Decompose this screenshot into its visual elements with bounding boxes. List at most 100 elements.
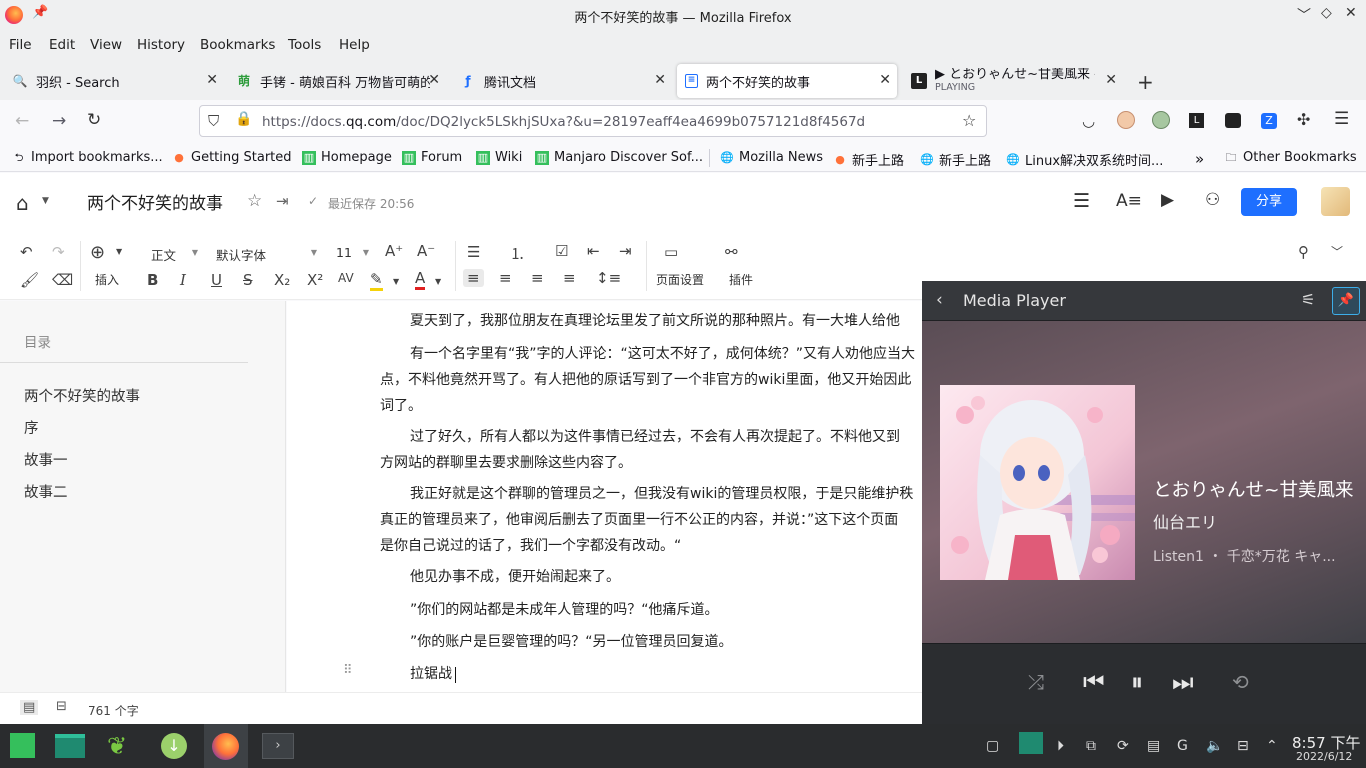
pause-icon[interactable]: ⏸ [1131,668,1143,696]
tab-current-doc[interactable]: ≡ 两个不好笑的故事 ✕ [677,64,897,98]
bookmark-wiki[interactable]: ▥ Wiki [476,150,522,165]
menu-tools[interactable]: Tools [288,37,321,53]
tab-tencent-docs[interactable]: ƒ 腾讯文档 ✕ [452,64,672,98]
add-collaborator-icon[interactable]: ⚇ [1205,190,1220,210]
justify-icon[interactable]: ≡ [563,269,576,287]
paragraph[interactable]: 我正好就是这个群聊的管理员之一，但我没有wiki的管理员权限，于是只能维护秩 [410,481,922,507]
align-right-icon[interactable]: ≡ [531,269,544,287]
paragraph[interactable]: 方网站的群聊里去要求删除这些内容了。 [380,450,922,476]
bookmark-newbie-1[interactable]: ● 新手上路 [833,150,904,170]
web-view-icon[interactable]: ⊟ [56,699,67,714]
drag-handle-icon[interactable]: ⠿ [343,663,353,678]
minimize-icon[interactable]: ﹀ [1297,5,1311,25]
paragraph[interactable]: ”你的账户是巨婴管理的吗？“另一位管理员回复道。 [410,629,922,655]
update-tray-icon[interactable]: ⟳ [1117,738,1129,754]
reload-icon[interactable]: ↻ [87,110,101,130]
italic-icon[interactable]: I [180,271,186,289]
close-tab-icon[interactable]: ✕ [206,72,218,88]
bookmark-newbie-2[interactable]: 🌐 新手上路 [920,150,991,170]
terminal-icon[interactable]: › [262,733,294,759]
network-icon[interactable]: ⊟ [1237,738,1249,754]
numbered-list-icon[interactable]: ⒈ [510,243,525,264]
share-button[interactable]: 分享 [1241,188,1297,216]
undo-icon[interactable]: ↶ [20,243,33,261]
extension-avatar-icon[interactable] [1117,111,1135,129]
manjaro-menu-icon[interactable] [10,733,35,758]
clock-date[interactable]: 2022/6/12 [1296,750,1352,763]
listen1-extension-icon[interactable]: L [1189,113,1204,128]
chevron-down-icon[interactable]: ▼ [42,196,49,206]
redo-icon[interactable]: ↷ [52,243,65,261]
clipboard-tray-icon[interactable]: ⧉ [1086,738,1096,754]
pocket-icon[interactable]: ◡ [1082,112,1095,130]
clear-format-icon[interactable]: ⌫ [52,271,73,289]
strikethrough-icon[interactable]: S [243,271,253,289]
lock-icon[interactable]: 🔒 [235,111,252,127]
menu-lines-icon[interactable]: ☰ [1073,190,1090,212]
g-tray-icon[interactable]: G [1177,738,1188,754]
highlight-icon[interactable]: ✎ [370,270,383,291]
paragraph[interactable]: 词了。 [380,393,922,419]
tab-moegirl[interactable]: 萌 手铐 - 萌娘百科 万物皆可萌的 ✕ [228,64,446,98]
close-window-icon[interactable]: ✕ [1345,5,1357,21]
bookmark-other[interactable]: 🗀 Other Bookmarks [1224,150,1357,165]
search-icon[interactable]: ⚲ [1298,243,1309,261]
bookmark-mozilla-news[interactable]: 🌐 Mozilla News [720,150,823,165]
paragraph[interactable]: 夏天到了，我那位朋友在真理论坛里发了前文所说的那种照片。有一大堆人给他 [410,308,922,334]
plugin-icon[interactable]: ⚯ [725,243,738,261]
present-icon[interactable]: ▶ [1161,190,1174,210]
menu-file[interactable]: File [9,37,32,53]
new-tab-icon[interactable]: + [1137,70,1154,94]
url-text[interactable]: https://docs.qq.com/doc/DQ2lyck5LSkhjSUx… [262,114,865,130]
line-spacing-icon[interactable]: ↕≡ [596,269,621,287]
repeat-icon[interactable]: ⟲ [1232,670,1249,694]
shuffle-icon[interactable]: ⤮ [1028,670,1044,694]
paragraph[interactable]: 过了好久，所有人都以为这件事情已经过去，不会有人再次提起了。不料他又到 [410,424,922,450]
close-tab-icon[interactable]: ✕ [654,72,666,88]
extensions-puzzle-icon[interactable]: ✣ [1297,110,1310,129]
star-icon[interactable]: ☆ [247,191,262,211]
outline-item-title[interactable]: 两个不好笑的故事 [24,385,140,406]
next-track-icon[interactable]: ⏭ [1172,668,1194,696]
tab-media[interactable]: L ▶ とおりゃんせ~甘美風来 - PLAYING ✕ [903,64,1123,98]
font-family-select[interactable]: 默认字体 ▼ [209,241,321,263]
superscript-icon[interactable]: X² [307,271,323,289]
firefox-taskbar-icon[interactable] [212,733,239,760]
text-format-icon[interactable]: A≡ [1116,191,1142,211]
previous-track-icon[interactable]: ⏮ [1083,668,1105,696]
outline-item-story-one[interactable]: 故事一 [24,449,68,470]
more-bookmarks-icon[interactable]: » [1195,150,1204,168]
tray-expand-icon[interactable]: ⌃ [1266,738,1278,754]
align-left-icon[interactable]: ≡ [463,269,484,287]
user-avatar[interactable] [1321,187,1350,216]
back-icon[interactable]: ← [15,111,29,131]
document-body[interactable]: 夏天到了，我那位朋友在真理论坛里发了前文所说的那种照片。有一大堆人给他 有一个名… [287,301,922,692]
extension-z-icon[interactable]: Z [1261,113,1277,129]
paragraph[interactable]: 点，不料他竟然开骂了。有人把他的原话写到了一个非官方的wiki里面，他又开始因此 [380,367,922,393]
insert-label[interactable]: 插入 [95,271,119,288]
extension-face-icon[interactable] [1152,111,1170,129]
maximize-icon[interactable]: ◇ [1321,5,1332,21]
close-tab-icon[interactable]: ✕ [879,72,891,88]
bookmark-forum[interactable]: ▥ Forum [402,150,462,165]
forward-icon[interactable]: → [52,111,66,131]
shield-icon[interactable]: ⛉ [208,112,219,130]
back-icon[interactable]: ‹ [936,290,943,310]
bookmark-manjaro-discover[interactable]: ▥ Manjaro Discover Sof... [535,150,703,165]
outdent-icon[interactable]: ⇤ [587,242,600,260]
underline-icon[interactable]: U [211,271,222,289]
letter-spacing-icon[interactable]: AV [338,271,354,285]
chevron-down-icon[interactable]: ▼ [435,277,441,286]
volume-icon[interactable]: 🔈 [1206,738,1223,754]
subscript-icon[interactable]: X₂ [274,271,290,289]
menu-view[interactable]: View [90,37,122,53]
doc-title[interactable]: 两个不好笑的故事 [87,189,223,214]
outline-item-story-two[interactable]: 故事二 [24,481,68,502]
menu-bookmarks[interactable]: Bookmarks [200,37,275,53]
notes-tray-icon[interactable]: ▤ [1147,738,1160,754]
file-manager-icon[interactable] [55,734,85,758]
format-painter-icon[interactable]: 🖌 [20,271,39,289]
paragraph[interactable]: 是你自己说过的话了，我们一个字都没有改动。“ [380,533,922,559]
menu-history[interactable]: History [137,37,185,53]
bold-icon[interactable]: B [147,271,158,289]
